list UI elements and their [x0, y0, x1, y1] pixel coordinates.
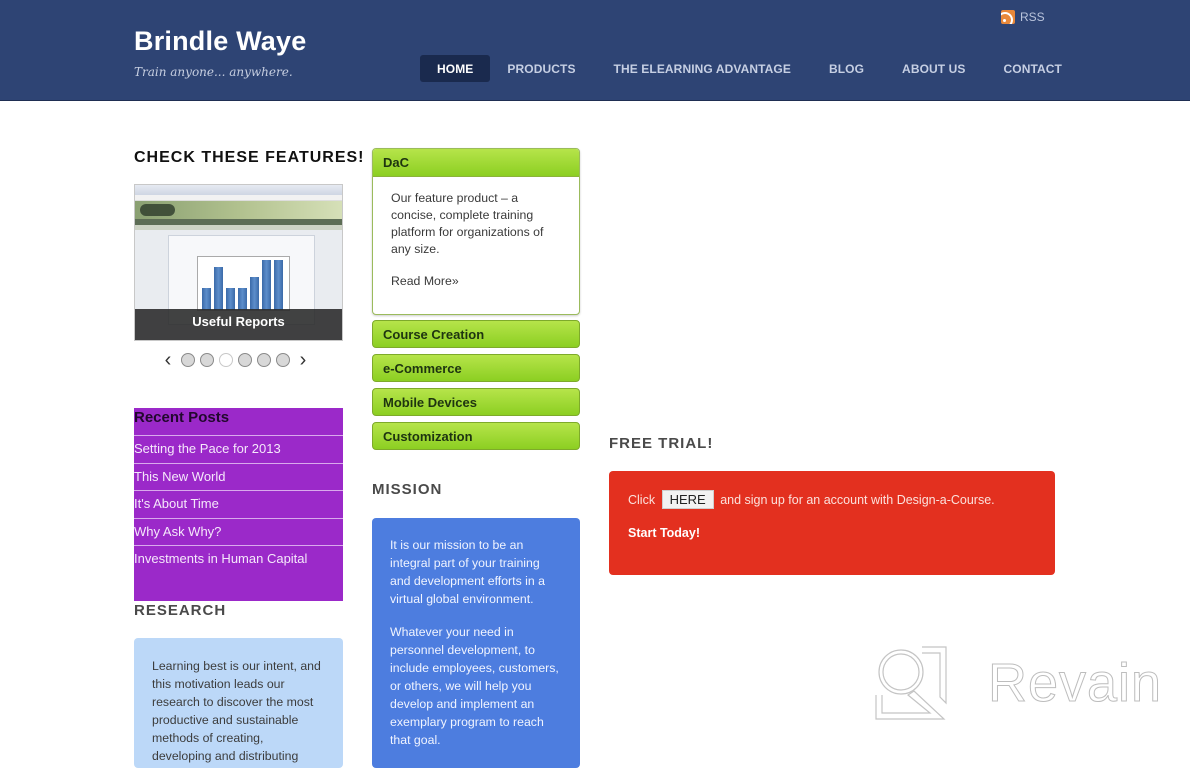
nav-home[interactable]: HOME: [420, 55, 491, 82]
nav-contact[interactable]: CONTACT: [993, 55, 1073, 82]
slide-dot[interactable]: [257, 353, 271, 367]
slide-caption: Useful Reports: [135, 309, 342, 340]
slide-dot[interactable]: [276, 353, 290, 367]
free-trial-line: Click HERE and sign up for an account wi…: [628, 490, 1036, 509]
start-today-text: Start Today!: [628, 526, 700, 540]
research-box: Learning best is our intent, and this mo…: [134, 638, 343, 768]
free-trial-heading: FREE TRIAL!: [609, 435, 714, 452]
mission-paragraph: It is our mission to be an integral part…: [390, 538, 545, 606]
feature-slide-image[interactable]: Useful Reports: [134, 184, 343, 341]
recent-posts-title: Recent Posts: [134, 408, 343, 436]
slide-dot-active[interactable]: [219, 353, 233, 367]
chevron-left-icon[interactable]: ‹: [160, 350, 176, 370]
slide-dot[interactable]: [200, 353, 214, 367]
accordion-header-course-creation[interactable]: Course Creation: [372, 320, 580, 348]
site-header: Brindle Waye Train anyone... anywhere. R…: [0, 0, 1190, 101]
slide-dot[interactable]: [238, 353, 252, 367]
signup-text: and sign up for an account with Design-a…: [720, 493, 995, 507]
nav-about-us[interactable]: ABOUT US: [891, 55, 976, 82]
screenshot-banner: [135, 201, 342, 219]
screenshot-bar: [214, 266, 223, 310]
research-heading: RESEARCH: [134, 602, 227, 619]
here-button[interactable]: HERE: [661, 490, 714, 509]
accordion-body-dac: Our feature product – a concise, complet…: [373, 177, 579, 303]
read-more-link[interactable]: Read More»: [391, 274, 459, 288]
accordion-header-customization[interactable]: Customization: [372, 422, 580, 450]
recent-post-link[interactable]: Investments in Human Capital: [134, 546, 343, 574]
screenshot-bar: [226, 287, 235, 310]
slider-navigation: ‹ ›: [160, 350, 311, 370]
accordion-header-e-commerce[interactable]: e-Commerce: [372, 354, 580, 382]
rss-label: RSS: [1020, 10, 1045, 24]
screenshot-bar-chart: [197, 256, 290, 311]
screenshot-subnav: [135, 225, 342, 230]
recent-post-link[interactable]: Why Ask Why?: [134, 519, 343, 546]
accordion-header-mobile-devices[interactable]: Mobile Devices: [372, 388, 580, 416]
nav-elearning-advantage[interactable]: THE ELEARNING ADVANTAGE: [603, 55, 802, 82]
site-tagline: Train anyone... anywhere.: [134, 65, 293, 79]
recent-post-link[interactable]: Setting the Pace for 2013: [134, 436, 343, 464]
recent-posts-widget: Recent Posts Setting the Pace for 2013 T…: [134, 408, 343, 601]
mission-heading: MISSION: [372, 481, 443, 498]
nav-products[interactable]: PRODUCTS: [496, 55, 586, 82]
dac-description: Our feature product – a concise, complet…: [391, 191, 544, 256]
screenshot-bar: [274, 259, 283, 310]
screenshot-window-titlebar: [135, 185, 342, 195]
free-trial-box: Click HERE and sign up for an account wi…: [609, 471, 1055, 575]
nav-blog[interactable]: BLOG: [818, 55, 875, 82]
research-text: Learning best is our intent, and this mo…: [152, 659, 321, 763]
rss-link[interactable]: RSS: [1001, 10, 1045, 24]
click-text: Click: [628, 493, 656, 507]
accordion-panel-dac: DaC Our feature product – a concise, com…: [372, 148, 580, 315]
features-heading: CHECK THESE FEATURES!: [134, 149, 365, 166]
accordion-header-dac[interactable]: DaC: [373, 149, 579, 177]
screenshot-bar: [250, 277, 259, 310]
mission-paragraph: Whatever your need in personnel developm…: [390, 625, 559, 747]
revain-logo-icon: [875, 646, 947, 720]
site-logo[interactable]: Brindle Waye: [134, 26, 306, 57]
revain-watermark-text: Revain: [987, 653, 1163, 714]
revain-watermark: Revain: [874, 645, 1162, 721]
recent-post-link[interactable]: It's About Time: [134, 491, 343, 519]
chevron-right-icon[interactable]: ›: [295, 350, 311, 370]
screenshot-bar: [238, 287, 247, 310]
recent-post-link[interactable]: This New World: [134, 464, 343, 491]
screenshot-bar: [202, 287, 211, 310]
mission-box: It is our mission to be an integral part…: [372, 518, 580, 768]
screenshot-bar: [262, 259, 271, 310]
rss-icon: [1001, 10, 1015, 24]
main-nav: HOME PRODUCTS THE ELEARNING ADVANTAGE BL…: [420, 55, 1089, 82]
design-a-course-logo: [140, 204, 175, 216]
slide-dot[interactable]: [181, 353, 195, 367]
